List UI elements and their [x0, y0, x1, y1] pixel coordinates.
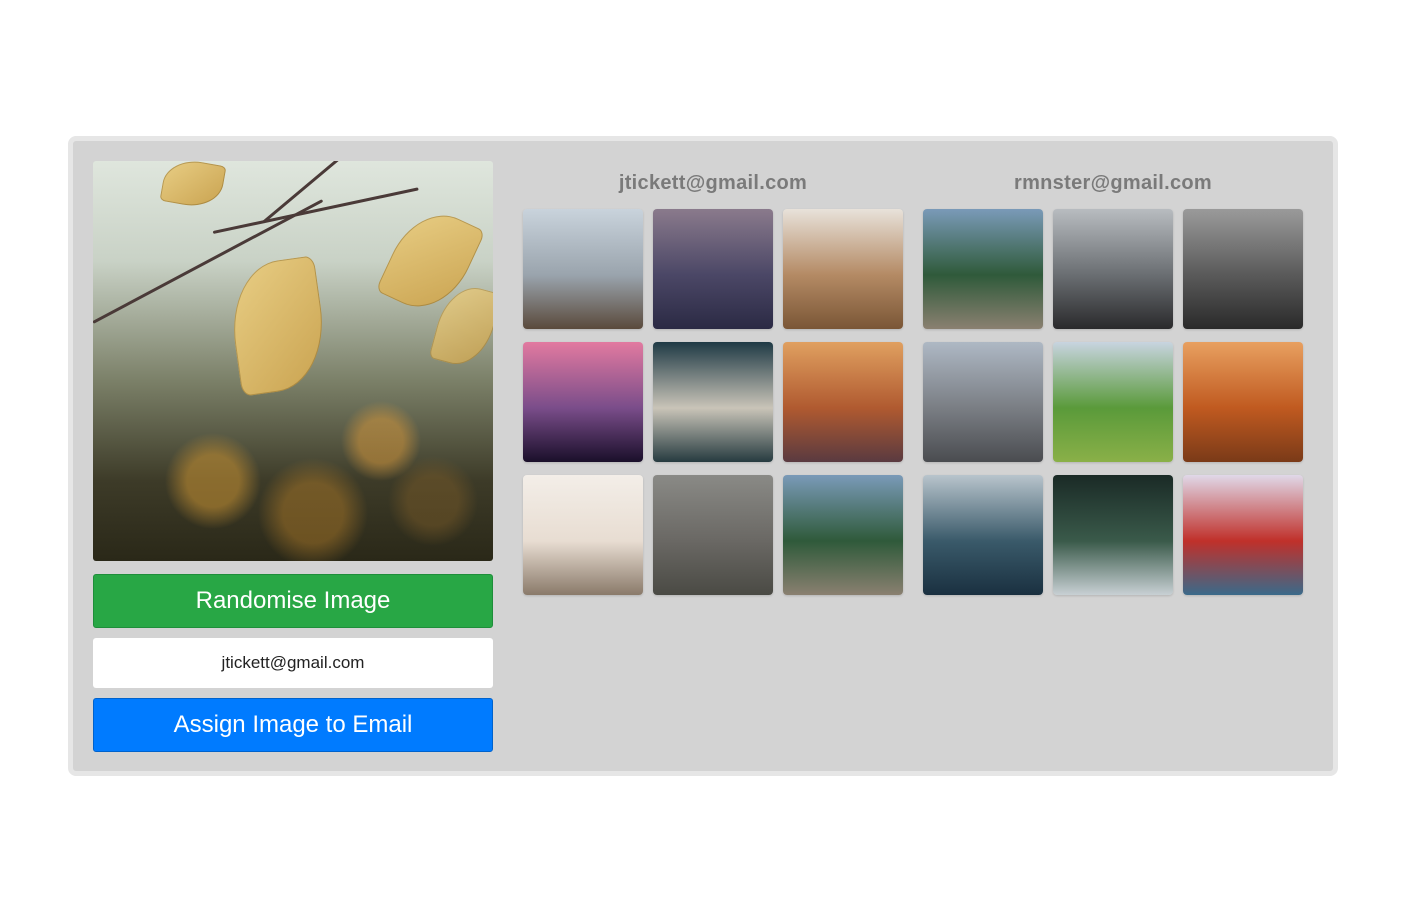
email-group: jtickett@gmail.com	[523, 169, 903, 595]
thumbnail-image[interactable]	[653, 209, 773, 329]
group-email-title: rmnster@gmail.com	[1014, 172, 1212, 194]
thumbnail-image[interactable]	[783, 342, 903, 462]
branch-decoration	[212, 187, 419, 234]
thumbnail-grid	[923, 209, 1303, 595]
thumbnail-image[interactable]	[1053, 475, 1173, 595]
thumbnail-image[interactable]	[653, 342, 773, 462]
image-assign-panel: Randomise Image Assign Image to Email jt…	[68, 136, 1338, 776]
thumbnail-image[interactable]	[1183, 209, 1303, 329]
thumbnail-image[interactable]	[783, 209, 903, 329]
thumbnail-image[interactable]	[523, 475, 643, 595]
thumbnail-image[interactable]	[653, 475, 773, 595]
randomise-image-button[interactable]: Randomise Image	[93, 574, 493, 628]
thumbnail-image[interactable]	[523, 342, 643, 462]
assign-image-button[interactable]: Assign Image to Email	[93, 698, 493, 752]
thumbnail-image[interactable]	[523, 209, 643, 329]
leaf-decoration	[224, 255, 332, 397]
thumbnail-image[interactable]	[923, 209, 1043, 329]
thumbnail-image[interactable]	[923, 342, 1043, 462]
thumbnail-image[interactable]	[1053, 209, 1173, 329]
thumbnail-image[interactable]	[923, 475, 1043, 595]
thumbnail-image[interactable]	[1183, 475, 1303, 595]
branch-decoration	[262, 161, 356, 224]
email-input[interactable]	[93, 638, 493, 688]
group-email-title: jtickett@gmail.com	[618, 172, 808, 194]
leaf-decoration	[159, 161, 227, 211]
thumbnail-image[interactable]	[783, 475, 903, 595]
email-group: rmnster@gmail.com	[923, 169, 1303, 595]
thumbnail-image[interactable]	[1053, 342, 1173, 462]
main-image	[93, 161, 493, 561]
editor-column: Randomise Image Assign Image to Email	[93, 161, 493, 752]
thumbnail-image[interactable]	[1183, 342, 1303, 462]
thumbnail-grid	[523, 209, 903, 595]
